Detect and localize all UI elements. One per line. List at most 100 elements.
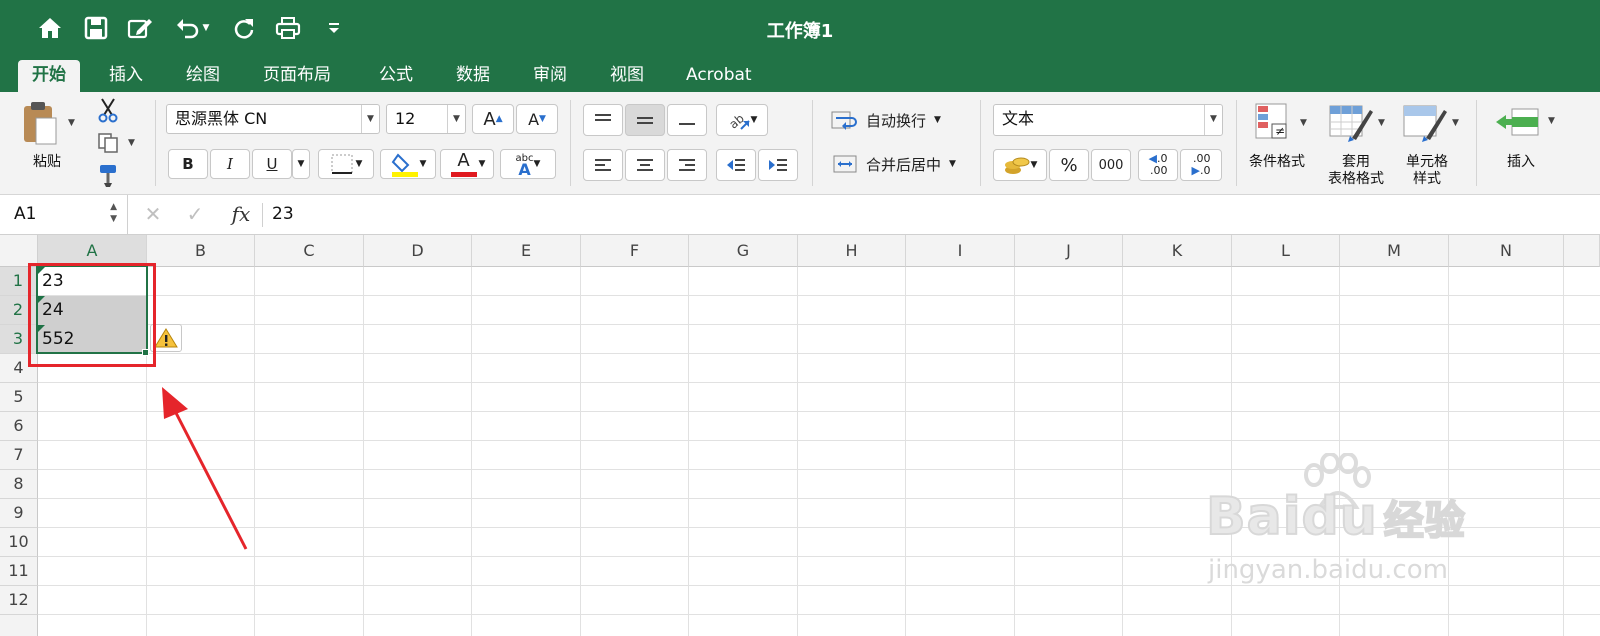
cancel-icon[interactable]: ✕ [140,195,166,234]
number-format-field[interactable]: 文本 ▼ [993,104,1223,136]
row-header[interactable]: 11 [0,557,38,586]
chevron-down-icon[interactable]: ▼ [949,159,956,169]
format-painter-button[interactable] [94,162,122,188]
comma-style-button[interactable]: 000 [1091,149,1131,181]
align-left-button[interactable] [583,149,623,181]
column-header[interactable]: B [147,235,255,267]
font-color-button[interactable]: A ▼ [440,149,494,179]
confirm-icon[interactable]: ✓ [182,195,208,234]
column-header[interactable]: D [364,235,472,267]
paste-button[interactable] [16,98,64,150]
merge-center-button[interactable]: 合并后居中 ▼ [830,150,970,178]
cut-button[interactable] [94,96,122,124]
chevron-down-icon[interactable]: ▼ [1031,160,1038,170]
chevron-down-icon[interactable]: ▼ [361,105,379,133]
tab-acrobat[interactable]: Acrobat [672,60,766,92]
tab-draw[interactable]: 绘图 [172,60,234,92]
tab-home[interactable]: 开始 [18,60,80,92]
column-header[interactable]: M [1340,235,1449,267]
row-header[interactable]: 9 [0,499,38,528]
conditional-format-button[interactable]: ≠ [1252,100,1296,144]
row-header[interactable]: 5 [0,383,38,412]
worksheet-grid[interactable]: A B C D E F G H I J K L M N 1 2 3 4 5 6 … [0,235,1600,636]
wrap-text-icon [831,111,857,130]
chevron-down-icon[interactable]: ▼ [420,159,427,169]
chevron-down-icon[interactable]: ▼ [934,115,941,125]
column-header[interactable]: L [1232,235,1340,267]
formula-separator [262,203,263,227]
row-header[interactable]: 6 [0,412,38,441]
chevron-down-icon[interactable]: ▼ [1378,118,1385,128]
column-header[interactable]: E [472,235,581,267]
chevron-down-icon[interactable]: ▼ [479,159,486,169]
cell-styles-button[interactable] [1400,100,1450,144]
format-as-table-button[interactable] [1326,100,1376,144]
fill-color-button[interactable]: ▼ [380,149,436,179]
tab-formulas[interactable]: 公式 [365,60,427,92]
column-header[interactable]: C [255,235,364,267]
increase-font-button[interactable]: A ▲ [472,104,514,134]
underline-dropdown-icon[interactable]: ▼ [292,149,310,179]
decrease-font-button[interactable]: A ▼ [516,104,558,134]
column-header[interactable]: F [581,235,689,267]
column-header[interactable]: I [906,235,1015,267]
name-box-spinner-icon[interactable]: ▲ ▼ [110,201,117,225]
increase-decimal-button[interactable]: ◀.0.00 [1138,149,1178,181]
column-header[interactable]: H [798,235,906,267]
grid-line [38,614,1600,615]
align-top-button[interactable] [583,104,623,136]
column-header[interactable]: K [1123,235,1232,267]
increase-indent-button[interactable] [758,149,798,181]
chevron-down-icon[interactable]: ▼ [1452,118,1459,128]
tab-page-layout[interactable]: 页面布局 [249,60,345,92]
tab-data[interactable]: 数据 [442,60,504,92]
font-size-field[interactable]: 12 ▼ [386,104,466,134]
bold-button[interactable]: B [168,149,208,179]
row-header[interactable]: 10 [0,528,38,557]
chevron-down-icon[interactable]: ▼ [356,159,363,169]
orientation-button[interactable]: ab ▼ [716,104,768,136]
chevron-down-icon[interactable]: ▼ [751,115,758,125]
formula-input[interactable]: 23 [272,195,294,234]
copy-dropdown-icon[interactable]: ▼ [128,138,135,148]
column-header[interactable]: G [689,235,798,267]
chevron-down-icon[interactable]: ▼ [447,105,465,133]
column-header[interactable]: N [1449,235,1564,267]
chevron-down-icon[interactable]: ▼ [1204,105,1222,135]
row-header[interactable]: 12 [0,586,38,615]
row-header[interactable]: 7 [0,441,38,470]
borders-button[interactable]: ▼ [318,149,374,179]
column-header[interactable]: J [1015,235,1123,267]
chevron-down-icon[interactable]: ▼ [1548,116,1555,126]
chevron-down-icon[interactable]: ▼ [534,159,541,169]
decrease-decimal-button[interactable]: .00 ▶.0 [1180,149,1222,181]
tab-insert[interactable]: 插入 [95,60,157,92]
percent-button[interactable]: % [1049,149,1089,181]
font-name-field[interactable]: 思源黑体 CN ▼ [166,104,380,134]
decrease-indent-button[interactable] [716,149,756,181]
brush-icon [100,165,116,187]
insert-cells-button[interactable] [1492,102,1544,142]
paste-dropdown-icon[interactable]: ▼ [68,118,75,128]
conditional-format-icon: ≠ [1255,103,1287,139]
align-middle-button[interactable] [625,104,665,136]
wrap-text-button[interactable]: 自动换行 ▼ [830,106,960,134]
accounting-format-button[interactable]: ▼ [993,149,1047,181]
align-center-button[interactable] [625,149,665,181]
column-header[interactable] [1564,235,1600,267]
tab-view[interactable]: 视图 [596,60,658,92]
align-right-button[interactable] [667,149,707,181]
phonetic-button[interactable]: abc A ▼ [500,149,556,179]
tab-review[interactable]: 审阅 [519,60,581,92]
copy-button[interactable] [94,130,122,156]
name-box[interactable]: A1 ▲ ▼ [0,195,128,234]
row-header[interactable]: 8 [0,470,38,499]
underline-button[interactable]: U [252,149,292,179]
name-box-value: A1 [14,204,37,224]
chevron-down-icon[interactable]: ▼ [1300,118,1307,128]
insert-function-button[interactable]: fx [226,195,256,234]
conditional-format-label: 条件格式 [1249,154,1305,170]
align-bottom-button[interactable] [667,104,707,136]
row-header[interactable] [0,615,38,636]
italic-button[interactable]: I [210,149,250,179]
